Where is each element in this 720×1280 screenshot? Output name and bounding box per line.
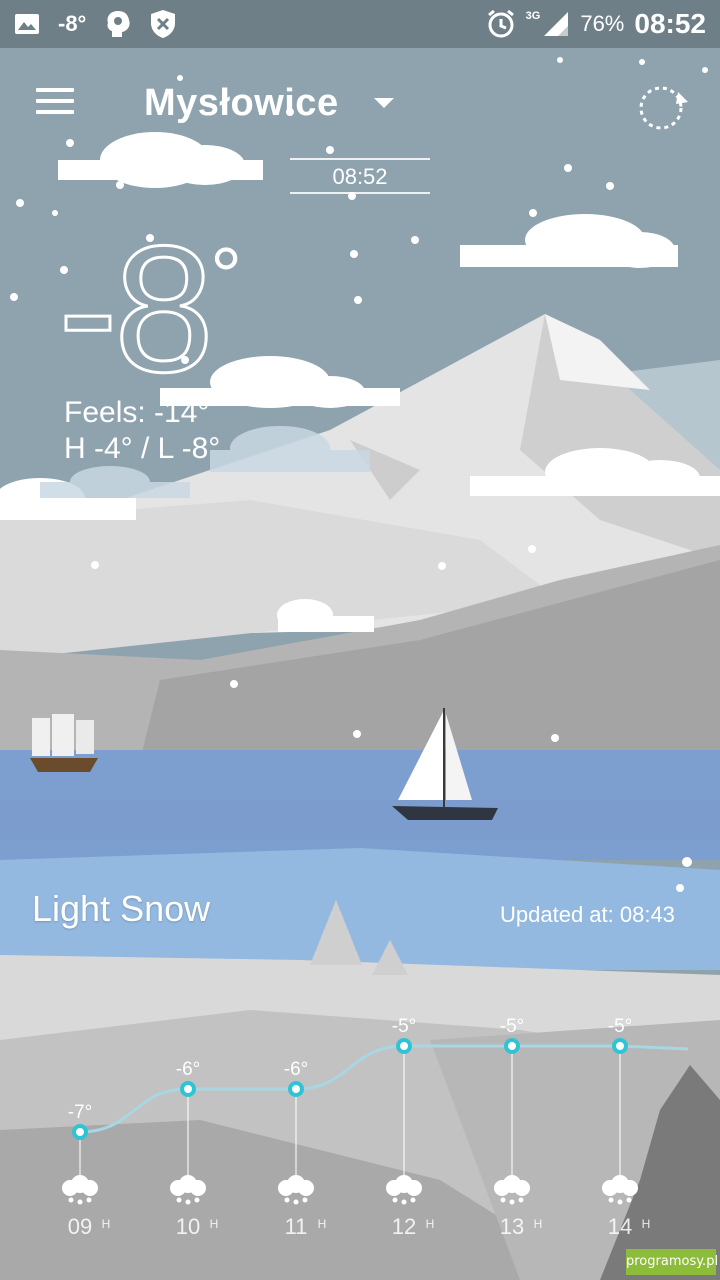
snow-icon-cloud-part [406, 1180, 422, 1196]
high-low-temp: H -4° / L -8° [64, 432, 221, 465]
snow-icon-cloud-part [190, 1180, 206, 1196]
shield-x-icon [151, 10, 176, 38]
forecast-temp-label: -5° [392, 1016, 417, 1037]
snow-icon [602, 1175, 638, 1205]
menu-button[interactable] [36, 88, 74, 118]
snow-icon-flake [626, 1197, 632, 1203]
snow-icon-flake [608, 1197, 614, 1203]
forecast-hour-label: 12 [392, 1214, 416, 1239]
status-time: 08:52 [634, 8, 706, 39]
battery-percent: 76% [580, 11, 625, 36]
forecast-point [612, 1038, 628, 1054]
network-type: 3G [525, 10, 541, 22]
snow-icon-flake [86, 1197, 92, 1203]
snow-icon [62, 1175, 98, 1205]
watermark: programosy.pl [626, 1249, 718, 1275]
status-right: 3G 76% 08:52 [486, 8, 706, 40]
weather-condition: Light Snow [32, 888, 211, 929]
snow-icon [494, 1175, 530, 1205]
current-temperature-value: -8 [56, 209, 215, 410]
forecast-temp-label: -5° [500, 1016, 525, 1037]
snow-icon-flake [284, 1197, 290, 1203]
snow-icon-cloud-part [622, 1180, 638, 1196]
snow-icon [170, 1175, 206, 1205]
menu-icon-line [36, 99, 74, 103]
snow-icon-flake [509, 1199, 515, 1205]
snow-icon-flake [68, 1197, 74, 1203]
forecast-hour-14[interactable]: -5° 14 H [602, 1016, 650, 1239]
snow-icon-flake [302, 1197, 308, 1203]
snow-icon-cloud-part [514, 1180, 530, 1196]
forecast-hour-label: 10 [176, 1214, 200, 1239]
status-left: -8° [14, 9, 176, 39]
forecast-hour-label: 11 [285, 1214, 308, 1239]
forecast-line [79, 1044, 689, 1134]
snow-icon-flake [617, 1199, 623, 1205]
forecast-hour-10[interactable]: -6° 10 H [170, 1059, 218, 1239]
menu-icon-line [36, 88, 74, 92]
updated-time: Updated at: 08:43 [500, 902, 675, 927]
forecast-point [72, 1124, 88, 1140]
forecast-point [288, 1081, 304, 1097]
feels-like: Feels: -14° [64, 396, 210, 429]
image-icon [15, 14, 39, 34]
forecast-temp-label: -6° [284, 1059, 309, 1080]
forecast-point [180, 1081, 196, 1097]
snow-icon-flake [500, 1197, 506, 1203]
menu-icon-line [36, 110, 74, 114]
forecast-point [396, 1038, 412, 1054]
brain-icon [107, 11, 130, 37]
forecast-hour-unit: H [534, 1217, 543, 1231]
forecast-temp-label: -5° [608, 1016, 633, 1037]
snow-icon-flake [185, 1199, 191, 1205]
forecast-hour-09[interactable]: -7° 09 H [62, 1102, 110, 1239]
forecast-temp-label: -7° [68, 1102, 93, 1123]
snow-icon-flake [401, 1199, 407, 1205]
snow-icon-flake [176, 1197, 182, 1203]
top-bar: Mysłowice [0, 60, 720, 150]
refresh-icon[interactable] [634, 80, 692, 134]
alarm-icon [487, 9, 514, 38]
forecast-hour-13[interactable]: -5° 13 H [494, 1016, 542, 1239]
forecast-hour-12[interactable]: -5° 12 H [386, 1016, 434, 1239]
snow-icon [278, 1175, 314, 1205]
forecast-hour-unit: H [318, 1217, 327, 1231]
current-temperature: -8° [56, 218, 242, 401]
chevron-down-icon[interactable] [372, 96, 396, 110]
city-name[interactable]: Mysłowice [144, 82, 339, 125]
local-clock: 08:52 [290, 158, 430, 194]
forecast-hour-unit: H [642, 1217, 651, 1231]
forecast-temp-label: -6° [176, 1059, 201, 1080]
forecast-hour-label: 14 [608, 1214, 632, 1239]
hourly-forecast-chart[interactable]: -7° 09 H -6° 10 H -6° 11 H -5° 12 H -5° 13 H -5° 14 H [0, 1000, 720, 1250]
forecast-hour-unit: H [426, 1217, 435, 1231]
snow-icon-cloud-part [298, 1180, 314, 1196]
forecast-hour-label: 09 [68, 1214, 92, 1239]
forecast-point [504, 1038, 520, 1054]
snow-icon-cloud-part [82, 1180, 98, 1196]
snow-icon-flake [392, 1197, 398, 1203]
snow-icon-flake [518, 1197, 524, 1203]
snow-icon-flake [194, 1197, 200, 1203]
snow-icon-flake [410, 1197, 416, 1203]
snow-icon-flake [77, 1199, 83, 1205]
forecast-hour-unit: H [210, 1217, 219, 1231]
forecast-hour-label: 13 [500, 1214, 524, 1239]
status-bar: -8° 3G 76% 08:52 [0, 0, 720, 48]
snow-icon-flake [293, 1199, 299, 1205]
snow-icon [386, 1175, 422, 1205]
forecast-hour-unit: H [102, 1217, 111, 1231]
signal-icon [544, 12, 569, 36]
status-temp: -8° [58, 11, 87, 36]
degree-symbol: ° [210, 231, 242, 320]
